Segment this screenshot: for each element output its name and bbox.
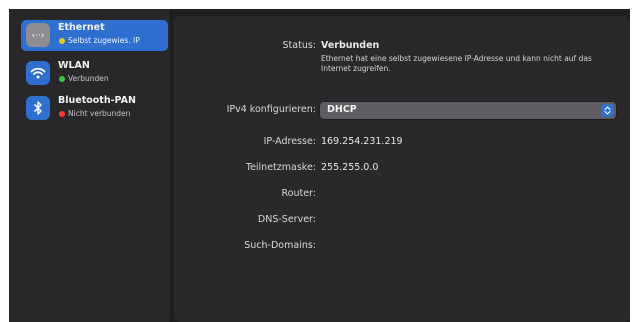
service-item-ethernet[interactable]: ‹··› Ethernet Selbst zugewies. IP <box>21 20 168 51</box>
service-status: Selbst zugewies. IP <box>68 36 140 45</box>
service-name: Bluetooth-PAN <box>58 95 136 106</box>
subnet-mask-value: 255.255.0.0 <box>321 162 379 173</box>
service-details-panel: Status: Verbunden Ethernet hat eine selb… <box>174 16 630 322</box>
service-item-wlan[interactable]: WLAN Verbunden <box>21 58 168 89</box>
network-preferences-window: ‹··› Ethernet Selbst zugewies. IP WLAN V… <box>9 9 630 322</box>
status-dot-yellow <box>59 38 65 44</box>
service-list-sidebar: ‹··› Ethernet Selbst zugewies. IP WLAN V… <box>9 9 171 322</box>
chevron-updown-icon <box>601 104 614 117</box>
wifi-icon <box>26 61 50 85</box>
status-dot-red <box>59 111 65 117</box>
status-description: Ethernet hat eine selbst zugewiesene IP-… <box>321 54 592 73</box>
ipv4-configure-value: DHCP <box>327 104 357 115</box>
search-domains-label: Such-Domains: <box>244 240 316 251</box>
subnet-mask-label: Teilnetzmaske: <box>245 162 316 173</box>
status-dot-green <box>59 76 65 82</box>
bluetooth-icon <box>26 96 50 120</box>
service-name: Ethernet <box>58 22 105 33</box>
service-status: Verbunden <box>68 74 109 83</box>
ipv4-configure-label: IPv4 konfigurieren: <box>226 104 316 115</box>
service-item-bluetooth-pan[interactable]: Bluetooth-PAN Nicht verbunden <box>21 93 168 124</box>
ethernet-icon: ‹··› <box>26 23 50 47</box>
ip-address-value: 169.254.231.219 <box>321 136 403 147</box>
ip-address-label: IP-Adresse: <box>263 136 316 147</box>
status-label: Status: <box>282 40 316 51</box>
service-name: WLAN <box>58 60 90 71</box>
service-status: Nicht verbunden <box>68 109 131 118</box>
router-label: Router: <box>281 188 316 199</box>
ipv4-configure-popup[interactable]: DHCP <box>320 102 616 119</box>
svg-text:‹··›: ‹··› <box>32 31 45 41</box>
status-value: Verbunden <box>321 40 380 51</box>
dns-server-label: DNS-Server: <box>257 214 316 225</box>
